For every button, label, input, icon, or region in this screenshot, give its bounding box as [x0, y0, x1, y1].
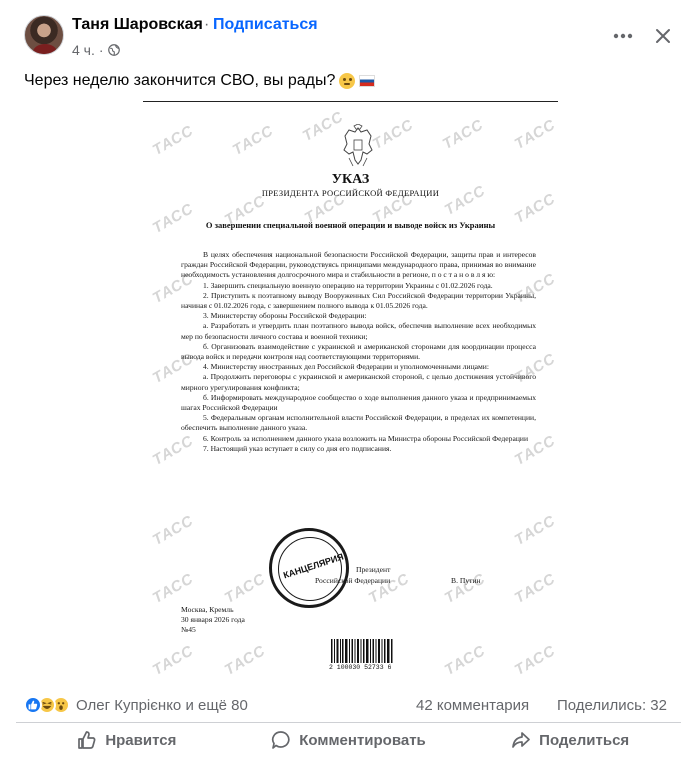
- document-paragraph: 5. Федеральным органам исполнительной вл…: [181, 413, 536, 433]
- document-paragraph: б. Информировать международное сообществ…: [181, 392, 536, 413]
- comments-count[interactable]: 42 комментария: [416, 697, 529, 714]
- share-button[interactable]: Поделиться: [459, 724, 681, 756]
- share-label: Поделиться: [539, 731, 630, 749]
- author-name[interactable]: Таня Шаровская: [72, 16, 203, 34]
- reactions-summary[interactable]: Олег Купрієнко и ещё 80: [24, 696, 248, 714]
- comment-button[interactable]: Комментировать: [238, 724, 460, 756]
- document-place-date: Москва, Кремль 30 января 2026 года №45: [181, 605, 245, 635]
- close-icon: [656, 29, 670, 43]
- barcode-number: 2 100030 52733 6: [329, 664, 392, 671]
- document-paragraph: 4. Министерству иностранных дел Российск…: [203, 362, 489, 372]
- watermark: ТАСС: [221, 570, 269, 607]
- watermark: ТАСС: [511, 570, 558, 607]
- globe-icon[interactable]: [107, 44, 120, 56]
- watermark: ТАСС: [149, 642, 197, 679]
- watermark: ТАСС: [511, 642, 558, 679]
- thumbs-up-icon: [78, 731, 96, 749]
- like-button[interactable]: Нравится: [16, 724, 238, 756]
- subscribe-link[interactable]: Подписаться: [213, 16, 318, 34]
- meta-separator: ·: [98, 42, 104, 58]
- document-title: УКАЗ: [331, 172, 370, 187]
- close-button[interactable]: [645, 18, 681, 54]
- document-paragraph: б. Организовать взаимодействие с украинс…: [181, 341, 536, 362]
- signature-title-2: Российской Федерации: [315, 576, 391, 585]
- document-paragraph: 1. Завершить специальную военную операци…: [203, 280, 493, 290]
- document-body: В целях обеспечения национальной безопас…: [181, 250, 536, 454]
- watermark: ТАСС: [511, 512, 558, 549]
- header-separator: ·: [204, 16, 210, 33]
- document-paragraph: В целях обеспечения национальной безопас…: [181, 250, 536, 280]
- post-time[interactable]: 4 ч.: [72, 42, 95, 58]
- like-label: Нравится: [105, 731, 177, 749]
- comment-label: Комментировать: [299, 731, 426, 749]
- russia-flag-icon: [359, 75, 376, 87]
- comment-bubble-icon: [272, 731, 290, 749]
- barcode-icon: [331, 639, 393, 663]
- watermark: ТАСС: [439, 116, 487, 153]
- watermark: ТАСС: [221, 642, 269, 679]
- official-stamp: КАНЦЕЛЯРИЯ: [269, 528, 349, 608]
- share-arrow-icon: [512, 732, 531, 748]
- reaction-names[interactable]: Олег Купрієнко и ещё 80: [76, 697, 248, 714]
- divider: [16, 722, 681, 723]
- signer-name: В. Путин: [451, 576, 481, 585]
- facebook-post: Таня Шаровская · Подписаться 4 ч. · Чере…: [0, 0, 697, 769]
- watermark: ТАСС: [149, 122, 197, 159]
- watermark: ТАСС: [369, 116, 417, 153]
- post-message: Через неделю закончится СВО, вы рады?: [24, 72, 336, 89]
- more-options-button[interactable]: [605, 22, 641, 50]
- document-paragraph: а. Разработать и утвердить план поэтапно…: [181, 321, 536, 341]
- document-paragraph: 2. Приступить к поэтапному выводу Вооруж…: [181, 290, 536, 311]
- document-issuer: ПРЕЗИДЕНТА РОССИЙСКОЙ ФЕДЕРАЦИИ: [261, 188, 440, 198]
- document-place: Москва, Кремль: [181, 605, 234, 614]
- post-text: Через неделю закончится СВО, вы рады?: [24, 72, 376, 90]
- document-number: №45: [181, 625, 196, 634]
- document-paragraph: 3. Министерству обороны Российской Федер…: [203, 311, 367, 321]
- coat-of-arms-icon: [343, 124, 373, 167]
- signature-title: Президент: [356, 565, 391, 574]
- document-paragraph: 7. Настоящий указ вступает в силу со дня…: [203, 443, 392, 453]
- watermark: ТАСС: [299, 108, 347, 145]
- watermark: ТАСС: [149, 570, 197, 607]
- watermark: ТАСС: [441, 642, 489, 679]
- shares-count[interactable]: Поделились: 32: [557, 697, 667, 714]
- document-paragraph: 6. Контроль за исполнением данного указа…: [203, 433, 529, 443]
- document-paragraph: а. Продолжить переговоры с украинской и …: [181, 372, 536, 392]
- watermark: ТАСС: [511, 116, 558, 153]
- post-actions: Нравится Комментировать Поделиться: [16, 724, 681, 756]
- more-dots-icon: [613, 33, 633, 39]
- post-stats: Олег Купрієнко и ещё 80 42 комментария П…: [24, 696, 681, 718]
- like-reaction-icon: [24, 696, 42, 714]
- thinking-face-icon: [339, 73, 356, 89]
- watermark: ТАСС: [229, 122, 277, 159]
- watermark: ТАСС: [149, 200, 197, 237]
- watermark: ТАСС: [149, 512, 197, 549]
- document-date: 30 января 2026 года: [181, 615, 245, 624]
- author-avatar[interactable]: [24, 15, 64, 55]
- post-image-document[interactable]: ТАСС ТАСС ТАСС ТАСС ТАСС ТАСС ТАСС ТАСС …: [143, 101, 558, 681]
- post-header: Таня Шаровская · Подписаться 4 ч. ·: [16, 12, 681, 60]
- post-meta: 4 ч. ·: [72, 42, 120, 58]
- document-subject: О завершении специальной военной операци…: [205, 220, 496, 230]
